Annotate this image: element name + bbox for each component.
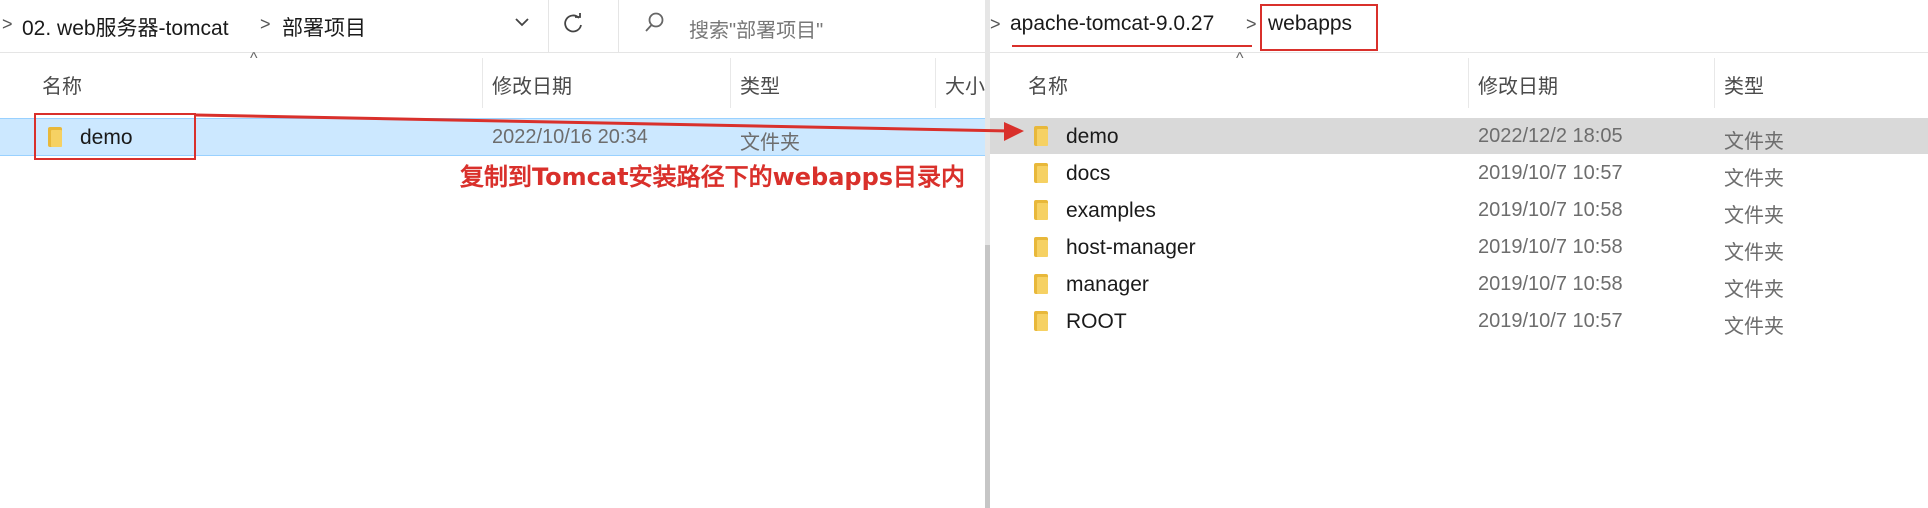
breadcrumb-chevron[interactable]: > [260,14,271,35]
highlight-box-source [34,113,196,160]
column-header-type[interactable]: 类型 [1724,70,1764,99]
right-explorer-pane: > apache-tomcat-9.0.27 > webapps ^ 名称 修改… [990,0,1928,508]
address-bar[interactable]: > 02. web服务器-tomcat > 部署项目 搜索"部署项目" [0,0,985,53]
file-name: host-manager [1066,236,1196,259]
breadcrumb-chevron[interactable]: > [990,14,1001,35]
breadcrumb-item-folder[interactable]: 02. web服务器-tomcat [22,12,229,42]
folder-icon [1034,163,1048,183]
sort-caret-icon: ^ [250,50,258,67]
file-row[interactable]: docs 2019/10/7 10:57 文件夹 [990,155,1928,191]
file-row[interactable]: host-manager 2019/10/7 10:58 文件夹 [990,229,1928,265]
refresh-icon[interactable] [562,12,586,42]
file-type: 文件夹 [1724,205,1784,227]
folder-icon [1034,126,1048,146]
file-date: 2022/12/2 18:05 [1478,125,1623,147]
sort-caret-icon: ^ [1236,50,1244,67]
column-header-name[interactable]: 名称 [42,70,82,99]
column-header-date[interactable]: 修改日期 [1478,70,1558,99]
search-input[interactable]: 搜索"部署项目" [618,0,985,52]
column-header-date[interactable]: 修改日期 [492,70,572,99]
file-type: 文件夹 [1724,242,1784,264]
breadcrumb-item-folder[interactable]: apache-tomcat-9.0.27 [1010,12,1214,36]
folder-icon [1034,200,1048,220]
left-explorer-pane: > 02. web服务器-tomcat > 部署项目 搜索"部署项目" ^ 名称… [0,0,985,508]
file-date: 2022/10/16 20:34 [492,126,648,148]
file-name: ROOT [1066,310,1127,333]
file-name: docs [1066,162,1111,185]
file-row[interactable]: manager 2019/10/7 10:58 文件夹 [990,266,1928,302]
file-row[interactable]: ROOT 2019/10/7 10:57 文件夹 [990,303,1928,339]
file-type: 文件夹 [740,132,800,154]
file-date: 2019/10/7 10:58 [1478,236,1623,258]
column-header-name[interactable]: 名称 [1028,70,1068,99]
column-header-size[interactable]: 大小 [945,70,985,99]
file-date: 2019/10/7 10:57 [1478,310,1623,332]
folder-icon [1034,274,1048,294]
file-date: 2019/10/7 10:57 [1478,162,1623,184]
search-placeholder: 搜索"部署项目" [689,20,824,42]
file-type: 文件夹 [1724,279,1784,301]
folder-icon [1034,237,1048,257]
file-row[interactable]: demo 2022/12/2 18:05 文件夹 [990,118,1928,154]
file-type: 文件夹 [1724,168,1784,190]
file-name: demo [1066,125,1119,148]
folder-icon [1034,311,1048,331]
chevron-down-icon[interactable] [512,12,532,38]
highlight-underline-tomcat [1012,45,1252,47]
annotation-text: 复制到Tomcat安装路径下的webapps目录内 [460,163,966,191]
breadcrumb-chevron[interactable]: > [1246,14,1257,35]
breadcrumb-item-current[interactable]: 部署项目 [282,12,366,42]
file-date: 2019/10/7 10:58 [1478,199,1623,221]
file-name: examples [1066,199,1156,222]
column-header-type[interactable]: 类型 [740,70,780,99]
file-row[interactable]: examples 2019/10/7 10:58 文件夹 [990,192,1928,228]
search-icon [643,10,667,42]
breadcrumb-chevron[interactable]: > [2,14,13,35]
file-date: 2019/10/7 10:58 [1478,273,1623,295]
file-type: 文件夹 [1724,316,1784,338]
file-type: 文件夹 [1724,131,1784,153]
highlight-box-webapps [1260,4,1378,51]
file-name: manager [1066,273,1149,296]
